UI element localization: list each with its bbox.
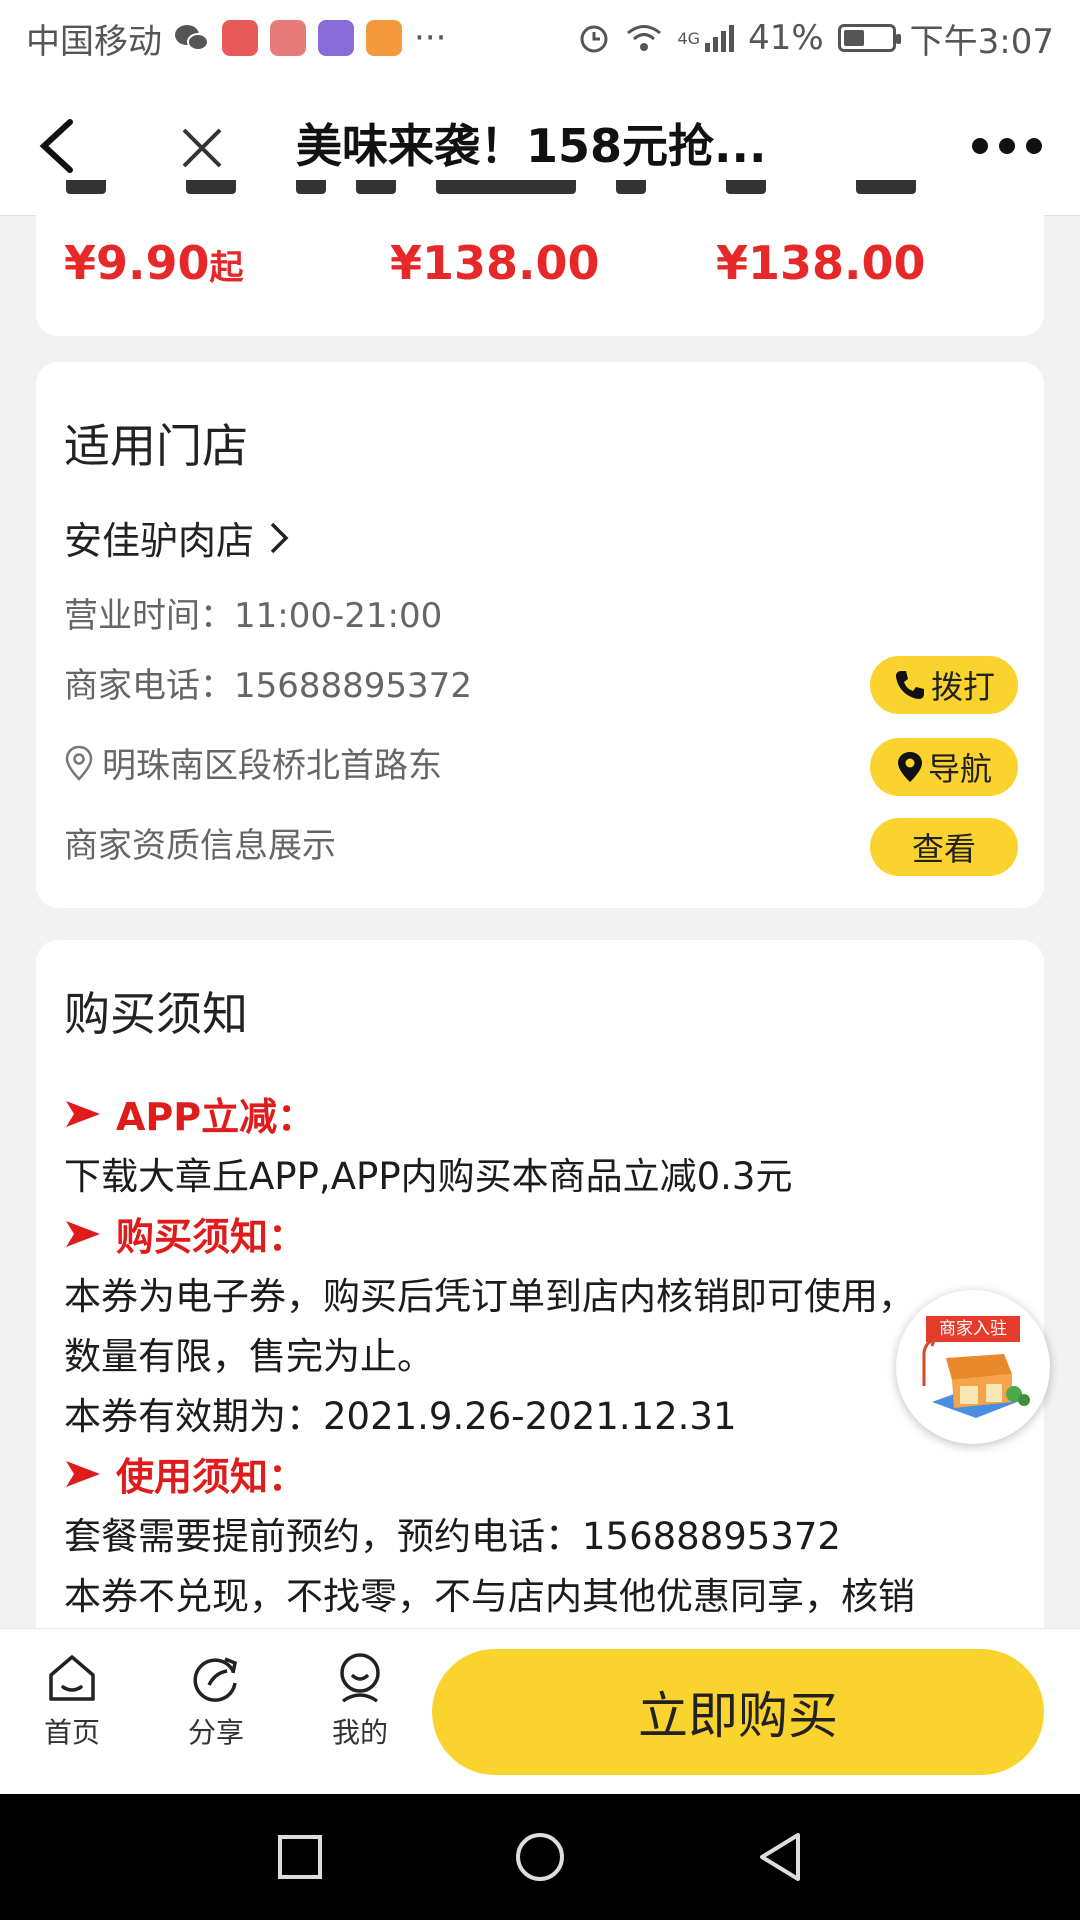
app-icon-purple — [318, 20, 354, 56]
location-pin-icon — [65, 745, 93, 781]
network-type: 4G — [677, 28, 701, 48]
call-button[interactable]: 拨打 — [870, 656, 1018, 714]
wifi-icon — [627, 25, 662, 51]
home-circle-icon[interactable] — [514, 1831, 566, 1883]
signal-icon — [705, 25, 735, 52]
store-address: 明珠南区段桥北首路东 — [64, 738, 442, 787]
arrow-right-icon — [66, 1460, 100, 1487]
phone-icon — [895, 671, 924, 699]
notice-heading: APP立减： — [64, 1086, 315, 1141]
book-icon — [270, 20, 306, 56]
price-card: ¥9.90起 ¥138.00 ¥138.00 — [36, 180, 1044, 336]
merchant-join-badge[interactable]: 商家入驻 — [896, 1290, 1050, 1444]
clock: 下午3:07 — [909, 21, 1054, 62]
app-icon-red — [222, 20, 258, 56]
storefront-icon — [922, 1337, 1030, 1418]
chevron-right-icon — [270, 522, 289, 553]
notice-text: 本券不兑现，不找零，不与店内其他优惠同享，核销 — [64, 1575, 915, 1618]
tab-mine[interactable]: 我的 — [310, 1651, 410, 1771]
store-card: 适用门店 安佳驴肉店 营业时间：11:00-21:00 商家电话：1568889… — [36, 362, 1044, 908]
notice-section-title: 购买须知 — [64, 987, 248, 1041]
store-name-link[interactable]: 安佳驴肉店 — [64, 510, 290, 565]
cut-off-text — [36, 180, 1044, 208]
system-navigation-bar — [0, 1794, 1080, 1920]
tab-share[interactable]: 分享 — [166, 1651, 266, 1771]
merchant-qualification: 商家资质信息展示 — [64, 826, 336, 866]
more-notifications: ··· — [414, 18, 447, 58]
wechat-icon — [175, 25, 209, 51]
close-icon[interactable] — [172, 118, 232, 178]
back-triangle-icon[interactable] — [756, 1831, 804, 1883]
bottom-toolbar: 首页 分享 我的 立即购买 — [0, 1628, 1080, 1794]
notice-text: 下载大章丘APP,APP内购买本商品立减0.3元 — [64, 1155, 793, 1198]
product-price[interactable]: ¥138.00 — [716, 236, 926, 290]
video-icon — [366, 20, 402, 56]
home-icon — [49, 1655, 95, 1701]
user-icon — [340, 1653, 380, 1703]
product-price[interactable]: ¥138.00 — [390, 236, 600, 290]
more-menu-icon[interactable] — [972, 134, 1042, 158]
recent-apps-icon[interactable] — [276, 1833, 324, 1881]
page-title: 美味来袭！158元抢... — [296, 119, 767, 173]
back-icon[interactable] — [30, 114, 90, 178]
battery-icon — [837, 24, 901, 52]
notice-text: 数量有限，售完为止。 — [64, 1335, 434, 1378]
carrier-label: 中国移动 — [26, 21, 162, 62]
store-section-title: 适用门店 — [64, 419, 248, 473]
tab-home[interactable]: 首页 — [22, 1651, 122, 1771]
location-pin-icon — [897, 752, 922, 782]
notice-text: 本券有效期为：2021.9.26-2021.12.31 — [64, 1395, 737, 1438]
navigate-button[interactable]: 导航 — [870, 738, 1018, 796]
status-bar: 中国移动 ··· 4G 41% 下午3:07 — [0, 0, 1080, 76]
alarm-icon — [580, 25, 608, 53]
notice-text: 套餐需要提前预约，预约电话：15688895372 — [64, 1515, 841, 1558]
arrow-right-icon — [66, 1220, 100, 1247]
buy-now-button[interactable]: 立即购买 — [432, 1649, 1044, 1775]
notice-text: 本券为电子券，购买后凭订单到店内核销即可使用， — [64, 1275, 915, 1318]
notice-heading: 购买须知： — [64, 1206, 306, 1261]
business-hours: 营业时间：11:00-21:00 — [64, 596, 443, 636]
share-icon — [193, 1657, 238, 1702]
view-button[interactable]: 查看 — [870, 818, 1018, 876]
battery-percent: 41% — [748, 18, 824, 58]
notice-heading: 使用须知： — [64, 1446, 306, 1501]
arrow-right-icon — [66, 1100, 100, 1127]
product-price[interactable]: ¥9.90起 — [64, 236, 244, 290]
merchant-phone: 商家电话：15688895372 — [64, 666, 472, 706]
